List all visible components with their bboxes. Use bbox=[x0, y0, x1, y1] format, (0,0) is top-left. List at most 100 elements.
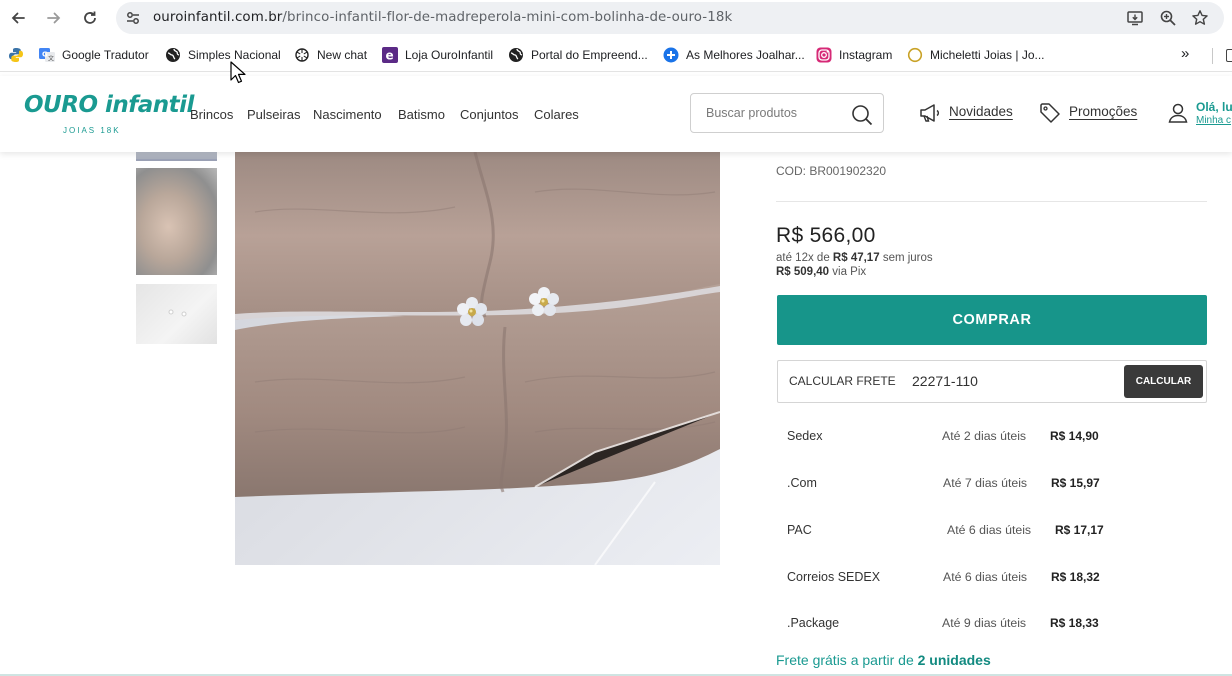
greeting-text: Olá, lu bbox=[1196, 100, 1232, 114]
search-input[interactable]: Buscar produtos bbox=[690, 93, 884, 133]
shipping-option[interactable]: .Package Até 9 dias úteis R$ 18,33 bbox=[787, 616, 1107, 634]
menu-colares[interactable]: Colares bbox=[534, 107, 579, 122]
url-domain: ouroinfantil.com.br bbox=[153, 10, 283, 25]
menu-conjuntos[interactable]: Conjuntos bbox=[460, 107, 519, 122]
mouse-cursor-icon bbox=[230, 61, 246, 84]
bookmark-label: Google Tradutor bbox=[62, 48, 149, 62]
shipping-option-name: PAC bbox=[787, 523, 812, 537]
installments-text: até 12x de R$ 47,17 sem juros bbox=[776, 252, 933, 264]
site-logo[interactable]: OURO infantil bbox=[24, 92, 194, 118]
bookmarks-overflow-button[interactable]: » bbox=[1181, 44, 1189, 62]
menu-batismo[interactable]: Batismo bbox=[398, 107, 445, 122]
shipping-option-time: Até 6 dias úteis bbox=[947, 523, 1032, 537]
tag-icon bbox=[1040, 103, 1060, 123]
bookmarks-divider bbox=[1212, 48, 1213, 64]
ecommerce-e-icon: e bbox=[382, 47, 398, 63]
shipping-option-name: Correios SEDEX bbox=[787, 570, 881, 584]
shipping-option[interactable]: .Com Até 7 dias úteis R$ 15,97 bbox=[787, 476, 1107, 494]
address-bar[interactable]: ouroinfantil.com.br/brinco-infantil-flor… bbox=[116, 2, 1224, 34]
bookmark-instagram[interactable]: Instagram bbox=[816, 46, 892, 64]
free-shipping-notice: Frete grátis a partir de 2 unidades bbox=[776, 652, 991, 668]
menu-nascimento[interactable]: Nascimento bbox=[313, 107, 382, 122]
promocoes-link[interactable]: Promoções bbox=[1069, 104, 1137, 119]
shipping-option[interactable]: PAC Até 6 dias úteis R$ 17,17 bbox=[787, 523, 1107, 541]
shipping-option-price: R$ 14,90 bbox=[1050, 429, 1099, 443]
shipping-label: CALCULAR FRETE bbox=[789, 374, 896, 388]
product-price: R$ 566,00 bbox=[776, 224, 876, 247]
url-text[interactable]: ouroinfantil.com.br/brinco-infantil-flor… bbox=[153, 10, 732, 25]
pix-suffix: via Pix bbox=[832, 266, 867, 278]
bookmark-simples-nacional[interactable]: Simples Nacional bbox=[165, 46, 281, 64]
user-icon[interactable] bbox=[1167, 102, 1189, 124]
bookmark-loja-ouroinfantil[interactable]: e Loja OuroInfantil bbox=[382, 46, 493, 64]
bookmark-label: Portal do Empreend... bbox=[531, 48, 648, 62]
bookmark-new-chat[interactable]: New chat bbox=[294, 46, 367, 64]
zoom-icon[interactable] bbox=[1159, 9, 1177, 27]
bookmark-star-icon[interactable] bbox=[1191, 9, 1209, 27]
forward-arrow-icon[interactable] bbox=[42, 6, 66, 30]
search-placeholder: Buscar produtos bbox=[706, 106, 798, 120]
shipping-option-price: R$ 18,32 bbox=[1051, 570, 1100, 584]
install-app-icon[interactable] bbox=[1126, 9, 1144, 27]
search-icon[interactable] bbox=[851, 104, 873, 126]
shipping-option[interactable]: Sedex Até 2 dias úteis R$ 14,90 bbox=[787, 429, 1107, 447]
bookmark-label: As Melhores Joalhar... bbox=[686, 48, 805, 62]
thumbnail-3[interactable] bbox=[136, 284, 217, 344]
bookmark-label: Simples Nacional bbox=[188, 48, 281, 62]
pix-value: R$ 509,40 bbox=[776, 266, 830, 278]
menu-brincos[interactable]: Brincos bbox=[190, 107, 233, 122]
bookmark-python[interactable] bbox=[8, 46, 31, 64]
globe-icon bbox=[166, 48, 180, 62]
globe-icon bbox=[509, 48, 523, 62]
installments-value: R$ 47,17 bbox=[832, 252, 880, 264]
account-link[interactable]: Minha c bbox=[1196, 115, 1231, 126]
installments-suffix: sem juros bbox=[882, 252, 933, 264]
shipping-option-name: .Com bbox=[787, 476, 817, 490]
bookmark-melhores-joalherias[interactable]: As Melhores Joalhar... bbox=[663, 46, 805, 64]
instagram-icon bbox=[816, 47, 832, 63]
shipping-option-time: Até 7 dias úteis bbox=[943, 476, 1028, 490]
shipping-option-price: R$ 18,33 bbox=[1050, 616, 1099, 630]
bookmark-portal-empreendedor[interactable]: Portal do Empreend... bbox=[508, 46, 648, 64]
url-path: /brinco-infantil-flor-de-madreperola-min… bbox=[282, 10, 733, 25]
all-bookmarks-folder-icon[interactable] bbox=[1226, 49, 1232, 62]
free-shipping-prefix: Frete grátis a partir de bbox=[776, 652, 914, 668]
cep-input[interactable]: 22271-110 bbox=[912, 373, 978, 389]
python-icon bbox=[9, 48, 23, 62]
site-header: OURO infantil JOIAS 18K Brincos Pulseira… bbox=[0, 76, 1232, 152]
calculate-shipping-button[interactable]: CALCULAR bbox=[1124, 365, 1203, 398]
svg-text:e: e bbox=[386, 49, 394, 63]
shipping-option-time: Até 9 dias úteis bbox=[942, 616, 1027, 630]
shipping-option-name: Sedex bbox=[787, 429, 823, 443]
shipping-option-time: Até 2 dias úteis bbox=[942, 429, 1027, 443]
pix-price-text: R$ 509,40 via Pix bbox=[776, 266, 866, 278]
reload-icon[interactable] bbox=[78, 6, 102, 30]
shipping-option-name: .Package bbox=[787, 616, 840, 630]
google-translate-icon: G文 bbox=[39, 48, 55, 63]
bookmarks-bar: G文 Google Tradutor Simples Nacional New … bbox=[0, 38, 1232, 72]
bookmark-micheletti[interactable]: Micheletti Joias | Jo... bbox=[907, 46, 1045, 64]
shipping-option[interactable]: Correios SEDEX Até 6 dias úteis R$ 18,32 bbox=[787, 570, 1107, 588]
logo-tagline: JOIAS 18K bbox=[63, 126, 121, 135]
shipping-option-time: Até 6 dias úteis bbox=[943, 570, 1028, 584]
product-photo bbox=[235, 152, 720, 565]
plus-circle-icon bbox=[663, 47, 679, 63]
shipping-option-price: R$ 15,97 bbox=[1051, 476, 1100, 490]
novidades-link[interactable]: Novidades bbox=[949, 104, 1013, 119]
chatgpt-icon bbox=[295, 48, 309, 62]
buy-button[interactable]: COMPRAR bbox=[777, 295, 1207, 345]
browser-toolbar: ouroinfantil.com.br/brinco-infantil-flor… bbox=[0, 0, 1232, 36]
back-arrow-icon[interactable] bbox=[6, 6, 30, 30]
megaphone-icon bbox=[920, 104, 939, 122]
main-product-image[interactable] bbox=[235, 152, 720, 565]
bookmark-google-tradutor[interactable]: G文 Google Tradutor bbox=[39, 46, 149, 64]
thumbnail-earring-dots bbox=[168, 309, 187, 317]
ring-icon bbox=[907, 47, 923, 63]
site-settings-icon[interactable] bbox=[124, 9, 142, 27]
bookmark-label: Loja OuroInfantil bbox=[405, 48, 494, 62]
thumbnail-2[interactable] bbox=[136, 168, 217, 275]
free-shipping-threshold: 2 unidades bbox=[917, 652, 991, 668]
installments-prefix: até 12x de bbox=[776, 252, 830, 264]
menu-pulseiras[interactable]: Pulseiras bbox=[247, 107, 300, 122]
bookmark-label: Micheletti Joias | Jo... bbox=[930, 48, 1045, 62]
